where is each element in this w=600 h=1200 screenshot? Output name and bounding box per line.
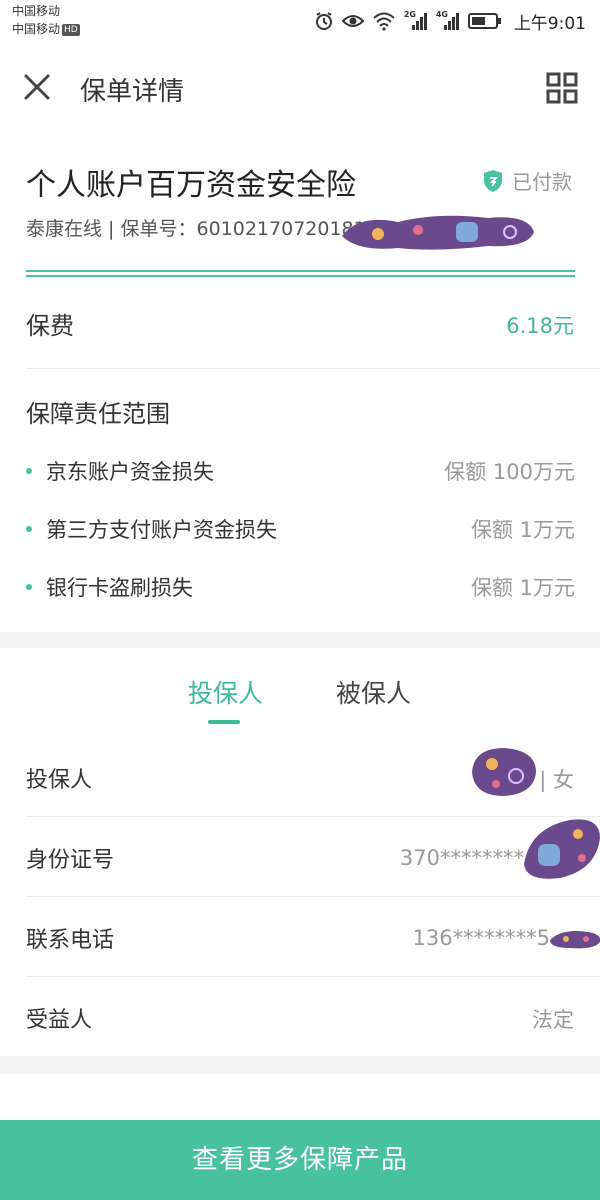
phone-value: 136********5 bbox=[412, 926, 550, 950]
section-separator bbox=[0, 632, 600, 648]
redaction-sticker bbox=[342, 215, 534, 250]
id-number-label: 身份证号 bbox=[26, 848, 115, 873]
alarm-icon bbox=[315, 12, 332, 30]
tab-insured[interactable]: 被保人 bbox=[336, 674, 411, 710]
coverage-name: 银行卡盗刷损失 bbox=[46, 576, 193, 600]
policy-subtitle: 泰康在线 | 保单号：601021707201815 bbox=[26, 218, 378, 240]
carrier-1: 中国移动 bbox=[12, 4, 61, 18]
close-icon bbox=[24, 74, 50, 100]
signal-2g-icon: 2G bbox=[404, 10, 428, 32]
divider bbox=[26, 368, 600, 369]
premium-label: 保费 bbox=[26, 312, 74, 340]
battery-icon bbox=[467, 13, 501, 29]
applicant-value: | 女 bbox=[539, 768, 574, 792]
page-title: 保单详情 bbox=[80, 77, 185, 107]
coverage-amount: 保额 1万元 bbox=[470, 576, 575, 600]
beneficiary-label: 受益人 bbox=[26, 1008, 93, 1033]
redaction-sticker bbox=[472, 748, 536, 796]
tab-applicant[interactable]: 投保人 bbox=[188, 674, 263, 710]
beneficiary-value: 法定 bbox=[532, 1008, 574, 1032]
status-icons: 2G 4G 上午9:01 bbox=[314, 8, 586, 34]
coverage-item: 银行卡盗刷损失 保额 1万元 bbox=[26, 572, 575, 602]
signal-4g-icon: 4G bbox=[436, 10, 460, 32]
paid-status-badge: 已付款 bbox=[482, 166, 572, 195]
carrier-2: 中国移动 HD bbox=[12, 21, 80, 37]
hd-badge: HD bbox=[62, 24, 80, 36]
coverage-name: 京东账户资金损失 bbox=[46, 460, 214, 484]
paid-status-text: 已付款 bbox=[512, 170, 572, 194]
redaction-sticker bbox=[550, 931, 600, 949]
section-separator bbox=[0, 1056, 600, 1074]
close-button[interactable] bbox=[18, 68, 58, 108]
carrier-2-label: 中国移动 bbox=[12, 22, 61, 36]
active-tab-indicator bbox=[208, 720, 240, 724]
divider bbox=[26, 896, 600, 897]
policy-name: 个人账户百万资金安全险 bbox=[26, 168, 356, 203]
grid-icon bbox=[546, 72, 578, 104]
coverage-title: 保障责任范围 bbox=[26, 400, 170, 428]
app-header: 保单详情 bbox=[0, 44, 600, 132]
coverage-item: 京东账户资金损失 保额 100万元 bbox=[26, 456, 575, 486]
status-time: 上午9:01 bbox=[513, 13, 586, 34]
coverage-item: 第三方支付账户资金损失 保额 1万元 bbox=[26, 514, 575, 544]
bullet-icon bbox=[26, 526, 32, 532]
divider bbox=[26, 816, 600, 817]
divider bbox=[26, 976, 600, 977]
phone-label: 联系电话 bbox=[26, 928, 115, 953]
bullet-icon bbox=[26, 468, 32, 474]
menu-button[interactable] bbox=[542, 68, 582, 108]
bullet-icon bbox=[26, 584, 32, 590]
section-divider bbox=[26, 270, 575, 277]
coverage-amount: 保额 100万元 bbox=[444, 460, 575, 484]
status-bar: 中国移动 中国移动 HD 2G 4G 上午9:01 bbox=[0, 0, 600, 44]
eye-icon bbox=[341, 15, 364, 27]
shield-icon bbox=[484, 169, 502, 192]
redaction-sticker bbox=[524, 819, 600, 879]
wifi-icon bbox=[373, 12, 395, 31]
coverage-amount: 保额 1万元 bbox=[470, 518, 575, 542]
premium-value: 6.18元 bbox=[506, 314, 574, 338]
more-products-button[interactable]: 查看更多保障产品 bbox=[0, 1120, 600, 1200]
coverage-name: 第三方支付账户资金损失 bbox=[46, 518, 277, 542]
id-number-value: 370******** bbox=[399, 846, 524, 870]
applicant-label: 投保人 bbox=[26, 768, 93, 793]
